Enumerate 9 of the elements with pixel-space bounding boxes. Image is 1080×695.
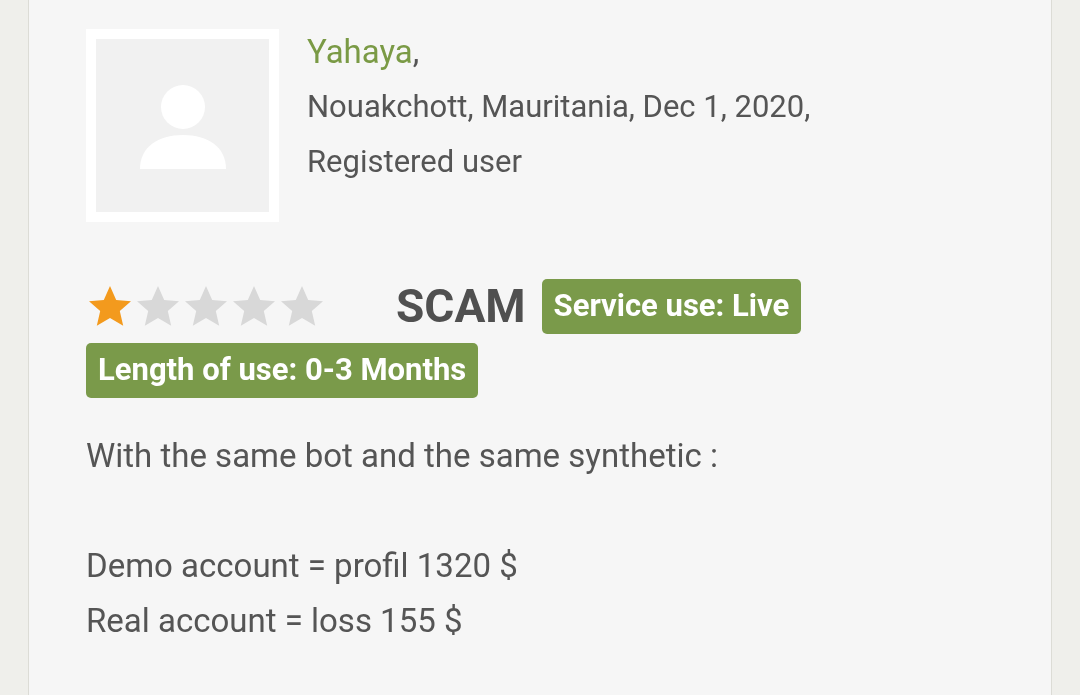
location-date: Nouakchott, Mauritania, Dec 1, 2020,	[307, 87, 811, 127]
comma: ,	[412, 32, 420, 71]
verdict: SCAM	[396, 278, 526, 335]
review-text: With the same bot and the same synthetic :	[86, 434, 719, 477]
user-type: Registered user	[307, 142, 523, 182]
review-text: Demo account = profil 1320 $ Real account = loss 155 $	[86, 544, 519, 642]
badge: Service use: Live	[541, 279, 802, 334]
author-name[interactable]: Yahaya	[307, 32, 413, 71]
badge: Length of use: 0-3 Months	[86, 343, 479, 398]
